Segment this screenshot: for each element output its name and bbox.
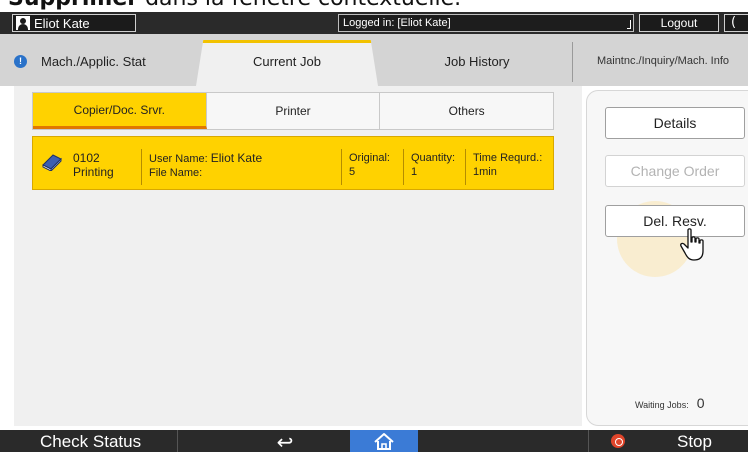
user-name-value: Eliot Kate [210,151,263,165]
info-icon: ! [14,54,27,68]
corner-icon [627,20,631,29]
caption-bold: Supprimer [8,0,138,11]
tab-job-history[interactable]: Job History [388,42,566,80]
check-status-button[interactable]: Check Status [0,430,178,452]
cell-divider [403,149,404,185]
logged-in-status: Logged in: [Eliot Kate] [338,14,634,32]
subtab-others[interactable]: Others [380,93,553,129]
stop-icon [611,434,625,448]
user-name-row: User Name: Eliot Kate [149,151,262,166]
top-bar: Eliot Kate Logged in: [Eliot Kate] Logou… [0,12,748,34]
job-id: 0102 [73,151,100,165]
cell-divider [141,149,142,185]
subtab-printer[interactable]: Printer [207,93,381,129]
time-label: Time Requrd.: [473,152,543,164]
job-row[interactable]: 0102 Printing User Name: Eliot Kate File… [32,136,554,190]
job-id-status: 0102 Printing [73,151,114,179]
logout-button[interactable]: Logout [639,14,719,32]
back-button[interactable]: ↩ [255,430,315,452]
tab-divider [572,42,573,82]
back-icon: ↩ [276,430,294,452]
logged-in-text: Logged in: [Eliot Kate] [343,17,451,29]
stop-label: Stop [677,432,712,451]
cell-divider [465,149,466,185]
caption-rest: dans la fenêtre contextuelle. [138,0,461,11]
tab-maintenance-info[interactable]: Maintnc./Inquiry/Mach. Info [578,42,748,80]
user-icon [16,16,30,30]
cell-divider [341,149,342,185]
waiting-jobs-label: Waiting Jobs: [635,400,689,410]
pointer-hand-icon [680,228,704,261]
stop-button[interactable]: Stop [588,430,748,452]
quantity-value: 1 [411,166,418,178]
user-indicator[interactable]: Eliot Kate [12,14,136,32]
details-button[interactable]: Details [605,107,745,139]
quantity-label: Quantity: [411,152,456,164]
moon-icon: ( [731,15,737,30]
energy-saver-button[interactable]: ( [724,14,748,32]
job-time-required: Time Requrd.: 1min [473,151,542,179]
waiting-jobs-count: 0 [696,395,705,411]
instruction-caption: Supprimer dans la fenêtre contextuelle. [0,0,748,12]
tab-label: Maintnc./Inquiry/Mach. Info [596,55,730,67]
job-user-file: User Name: Eliot Kate File Name: [149,151,262,180]
job-status: Printing [73,165,114,179]
instruction-caption-text: Supprimer dans la fenêtre contextuelle. [8,0,461,11]
tab-mach-applic-stat[interactable]: ! Mach./Applic. Stat [14,42,190,80]
main-tab-bar: ! Mach./Applic. Stat Current Job Job His… [0,34,748,86]
job-list-panel: Copier/Doc. Srvr. Printer Others 0102 Pr… [14,86,582,426]
time-value: 1min [473,166,497,178]
tab-current-job[interactable]: Current Job [196,40,378,86]
user-name: Eliot Kate [34,15,90,31]
original-label: Original: [349,152,390,164]
change-order-button[interactable]: Change Order [605,155,745,187]
home-icon [374,433,394,450]
del-resv-button[interactable]: Del. Resv. [605,205,745,237]
tab-label: Mach./Applic. Stat [41,53,146,69]
job-original: Original: 5 [349,151,390,179]
file-name-label: File Name: [149,167,203,179]
job-quantity: Quantity: 1 [411,151,455,179]
original-value: 5 [349,166,356,178]
job-actions-panel: Details Change Order Del. Resv. Waiting … [586,90,748,426]
user-name-label: User Name: [149,153,208,165]
book-icon [42,154,62,171]
waiting-jobs: Waiting Jobs: 0 [635,395,705,411]
bottom-bar: Check Status ↩ Stop [0,430,748,452]
tab-label: Current Job [253,54,321,69]
function-subtabs: Copier/Doc. Srvr. Printer Others [32,92,554,130]
home-button[interactable] [350,430,418,452]
subtab-copier-doc-srvr[interactable]: Copier/Doc. Srvr. [33,93,207,129]
tab-label: Job History [444,53,510,69]
